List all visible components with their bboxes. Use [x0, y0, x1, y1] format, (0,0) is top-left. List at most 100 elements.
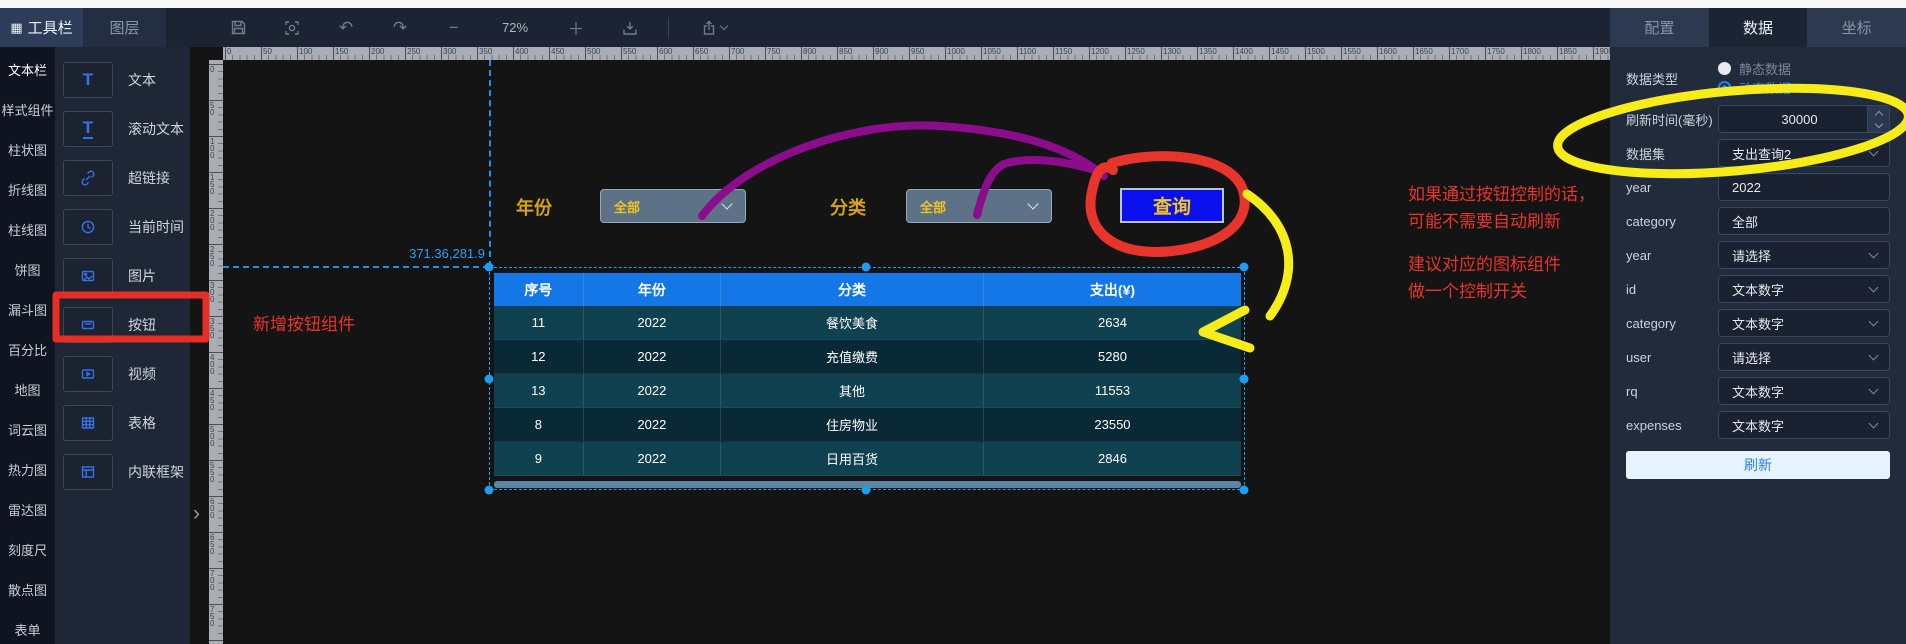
toolbar-divider	[668, 17, 669, 39]
sidebar-category[interactable]: 柱线图	[0, 209, 55, 249]
sidebar-category[interactable]: 样式组件	[0, 89, 55, 129]
table-cell: 住房物业	[721, 408, 984, 441]
export-button[interactable]	[697, 18, 729, 38]
sidebar-category[interactable]: 雷达图	[0, 489, 55, 529]
field-select-user[interactable]: 请选择	[1718, 343, 1890, 371]
component-item-video[interactable]: 视频	[55, 349, 190, 398]
category-filter-dropdown[interactable]: 全部	[906, 189, 1052, 223]
field-select-id[interactable]: 文本数字	[1718, 275, 1890, 303]
component-item-image[interactable]: 图片	[55, 251, 190, 300]
zoom-in-button[interactable]: ＋	[566, 18, 586, 38]
selection-handle[interactable]	[485, 486, 494, 495]
component-item-button[interactable]: 按钮	[55, 300, 190, 349]
save-button[interactable]	[228, 18, 248, 38]
component-item-iframe[interactable]: 内联框架	[55, 447, 190, 496]
static-data-radio[interactable]: 静态数据	[1718, 59, 1890, 78]
annotation-note-line: 建议对应的图标组件	[1408, 251, 1595, 278]
annotation-note-block: 如果通过按钮控制的话， 可能不需要自动刷新 建议对应的图标组件 做一个控制开关	[1408, 181, 1595, 305]
component-item-label: 视频	[128, 364, 156, 384]
field-input-category[interactable]: 全部	[1718, 207, 1890, 235]
sidebar-category[interactable]: 文本栏	[0, 49, 55, 89]
collapse-panel-chevron[interactable]: ›	[193, 503, 200, 524]
year-filter-value: 全部	[614, 197, 723, 216]
ruler-tick-label: 550	[210, 462, 216, 483]
tab-toolbox[interactable]: ▦ 工具栏	[0, 8, 83, 47]
selection-handle[interactable]	[862, 486, 871, 495]
panel-field-row: year2022	[1626, 173, 1890, 201]
sidebar-category[interactable]: 散点图	[0, 569, 55, 609]
tab-layers[interactable]: 图层	[83, 8, 166, 47]
field-label-year: year	[1626, 180, 1718, 195]
ruler-tick-label: 1750	[1487, 47, 1505, 56]
dynamic-data-radio[interactable]: 动态数据	[1718, 78, 1890, 97]
redo-button[interactable]: ↷	[390, 18, 410, 38]
table-header-cell: 年份	[584, 273, 721, 306]
ruler-tick-label: 1800	[1523, 47, 1541, 56]
alignment-guide-vertical	[489, 60, 491, 267]
field-select-expenses[interactable]: 文本数字	[1718, 411, 1890, 439]
component-item-scroll-text[interactable]: T滚动文本	[55, 104, 190, 153]
tab-config[interactable]: 配置	[1610, 8, 1709, 47]
sidebar-category[interactable]: 漏斗图	[0, 289, 55, 329]
data-type-row: 数据类型 静态数据 动态数据	[1626, 59, 1890, 97]
sidebar-category[interactable]: 刻度尺	[0, 529, 55, 569]
selection-handle[interactable]	[485, 375, 494, 384]
chevron-down-icon	[1869, 249, 1879, 259]
category-filter-label: 分类	[830, 194, 866, 220]
sidebar-category[interactable]: 热力图	[0, 449, 55, 489]
sidebar-category[interactable]: 地图	[0, 369, 55, 409]
dataset-select[interactable]: 支出查询2	[1718, 139, 1890, 167]
component-panel: T文本T滚动文本超链接当前时间图片按钮视频表格内联框架	[55, 47, 190, 644]
year-filter-dropdown[interactable]: 全部	[600, 189, 746, 223]
annotation-note-line: 做一个控制开关	[1408, 278, 1595, 305]
component-item-label: 超链接	[128, 168, 170, 188]
data-table[interactable]: 序号年份分类支出(¥)112022餐饮美食2634122022充值缴费52801…	[494, 273, 1241, 476]
tab-coordinates[interactable]: 坐标	[1807, 8, 1906, 47]
field-select-year[interactable]: 请选择	[1718, 241, 1890, 269]
component-item-text[interactable]: T文本	[55, 55, 190, 104]
sidebar-category[interactable]: 词云图	[0, 409, 55, 449]
ruler-tick-label: 1250	[1127, 47, 1145, 56]
field-select-category[interactable]: 文本数字	[1718, 309, 1890, 337]
undo-button[interactable]: ↶	[336, 18, 356, 38]
selection-handle[interactable]	[1240, 375, 1249, 384]
sidebar-category[interactable]: 折线图	[0, 169, 55, 209]
import-button[interactable]	[620, 18, 640, 38]
ruler-tick-label: 100	[210, 138, 216, 159]
refresh-time-input[interactable]: 30000	[1718, 105, 1890, 133]
selection-handle[interactable]	[485, 263, 494, 272]
iframe-icon	[63, 454, 113, 490]
field-label-expenses: expenses	[1626, 418, 1718, 433]
chevron-down-icon	[1869, 385, 1879, 395]
table-cell: 其他	[721, 374, 984, 407]
component-item-hyperlink[interactable]: 超链接	[55, 153, 190, 202]
radio-selected-icon	[1718, 81, 1731, 94]
component-item-clock[interactable]: 当前时间	[55, 202, 190, 251]
table-row: 92022日用百货2846	[494, 442, 1241, 476]
sidebar-category[interactable]: 表单	[0, 609, 55, 644]
panel-field-row: rq文本数字	[1626, 377, 1890, 405]
field-select-rq[interactable]: 文本数字	[1718, 377, 1890, 405]
sidebar-category[interactable]: 百分比	[0, 329, 55, 369]
sidebar-category[interactable]: 饼图	[0, 249, 55, 289]
table-row: 132022其他11553	[494, 374, 1241, 408]
vertical-ruler: 0501001502002503003504004505005506006507…	[209, 60, 223, 644]
selection-handle[interactable]	[1240, 263, 1249, 272]
selection-handle[interactable]	[1240, 486, 1249, 495]
table-row: 82022住房物业23550	[494, 408, 1241, 442]
sidebar-category[interactable]: 柱状图	[0, 129, 55, 169]
number-stepper[interactable]	[1867, 106, 1889, 132]
field-input-year[interactable]: 2022	[1718, 173, 1890, 201]
ruler-tick-label: 400	[515, 47, 528, 56]
refresh-button[interactable]: 刷新	[1626, 451, 1890, 479]
screenshot-button[interactable]	[282, 18, 302, 38]
tab-data[interactable]: 数据	[1709, 8, 1808, 47]
table-cell: 5280	[984, 340, 1241, 373]
refresh-time-row: 刷新时间(毫秒) 30000	[1626, 105, 1890, 133]
field-value: 文本数字	[1732, 382, 1870, 401]
field-label-category: category	[1626, 316, 1718, 331]
zoom-out-button[interactable]: −	[444, 18, 464, 38]
component-item-table[interactable]: 表格	[55, 398, 190, 447]
selection-handle[interactable]	[862, 263, 871, 272]
query-button[interactable]: 查询	[1120, 188, 1224, 223]
